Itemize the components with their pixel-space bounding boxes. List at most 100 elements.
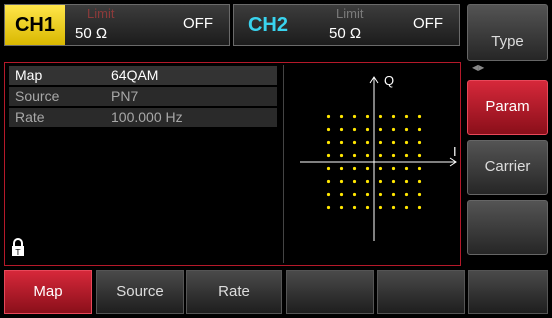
constellation-point: [378, 166, 383, 171]
param-row-rate[interactable]: Rate 100.000 Hz: [9, 108, 277, 127]
side-button-param[interactable]: Param: [467, 80, 548, 135]
constellation-point: [352, 205, 357, 210]
constellation-point: [326, 127, 331, 132]
constellation-point: [378, 140, 383, 145]
constellation-point: [378, 179, 383, 184]
constellation-point: [365, 192, 370, 197]
constellation-point: [339, 179, 344, 184]
constellation-point: [391, 205, 396, 210]
ch2-status[interactable]: CH2 Limit 50 Ω OFF: [233, 4, 460, 46]
constellation-point: [326, 205, 331, 210]
constellation-point: [352, 192, 357, 197]
constellation-point: [378, 205, 383, 210]
ch2-output-state: OFF: [413, 15, 443, 32]
constellation-point: [378, 192, 383, 197]
q-label: Q: [384, 73, 394, 88]
constellation-point: [391, 166, 396, 171]
constellation-point: [326, 153, 331, 158]
constellation-point: [378, 127, 383, 132]
i-label: I: [453, 144, 457, 159]
ch2-impedance: 50 Ω: [329, 25, 362, 42]
constellation-point: [417, 127, 422, 132]
constellation-point: [378, 114, 383, 119]
constellation-point: [417, 114, 422, 119]
param-value: 100.000 Hz: [111, 109, 183, 125]
constellation-point: [365, 153, 370, 158]
parameter-panel: Map 64QAM Source PN7 Rate 100.000 Hz T Q…: [4, 62, 461, 266]
param-row-map[interactable]: Map 64QAM: [9, 66, 277, 85]
constellation-point: [365, 127, 370, 132]
ch1-impedance: 50 Ω: [75, 25, 108, 42]
constellation-point: [326, 114, 331, 119]
constellation-point: [417, 140, 422, 145]
side-button-type[interactable]: Type ◀▶: [467, 4, 548, 72]
side-button-label: Carrier: [484, 158, 531, 175]
tab-empty[interactable]: [377, 270, 465, 314]
tab-rate[interactable]: Rate: [186, 270, 282, 314]
constellation-diagram: Q I: [283, 65, 458, 263]
param-value: 64QAM: [111, 67, 159, 83]
constellation-point: [339, 192, 344, 197]
constellation-point: [378, 153, 383, 158]
constellation-point: [326, 140, 331, 145]
left-right-arrows-icon: ◀▶: [472, 63, 485, 72]
constellation-point: [404, 192, 409, 197]
constellation-point: [352, 127, 357, 132]
param-label: Map: [15, 67, 43, 83]
constellation-point: [365, 166, 370, 171]
constellation-point: [417, 166, 422, 171]
constellation-point: [417, 153, 422, 158]
svg-text:T: T: [15, 248, 21, 257]
ch2-limit-label: Limit: [336, 6, 364, 21]
side-button-label: Param: [485, 98, 530, 115]
ch1-output-state: OFF: [183, 15, 213, 32]
constellation-point: [391, 127, 396, 132]
constellation-point: [404, 127, 409, 132]
constellation-point: [365, 205, 370, 210]
side-button-empty[interactable]: [467, 200, 548, 255]
constellation-point: [404, 205, 409, 210]
constellation-point: [352, 166, 357, 171]
param-label: Source: [15, 88, 60, 104]
ch2-label: CH2: [247, 14, 288, 36]
tab-map[interactable]: Map: [4, 270, 92, 314]
side-button-carrier[interactable]: Carrier: [467, 140, 548, 195]
tab-source[interactable]: Source: [96, 270, 184, 314]
constellation-point: [365, 179, 370, 184]
constellation-point: [417, 205, 422, 210]
constellation-point: [339, 127, 344, 132]
ch1-label: CH1: [5, 5, 65, 45]
constellation-point: [352, 140, 357, 145]
constellation-point: [404, 166, 409, 171]
constellation-point: [391, 192, 396, 197]
param-value: PN7: [111, 88, 139, 104]
constellation-point: [391, 140, 396, 145]
tab-empty[interactable]: [468, 270, 548, 314]
constellation-point: [404, 114, 409, 119]
tab-empty[interactable]: [286, 270, 374, 314]
constellation-point: [404, 140, 409, 145]
constellation-point: [339, 114, 344, 119]
constellation-point: [391, 179, 396, 184]
constellation-point: [339, 166, 344, 171]
constellation-point: [326, 192, 331, 197]
constellation-point: [391, 153, 396, 158]
constellation-point: [365, 140, 370, 145]
constellation-point: [326, 166, 331, 171]
constellation-point: [404, 179, 409, 184]
constellation-point: [339, 140, 344, 145]
constellation-point: [339, 205, 344, 210]
constellation-point: [417, 179, 422, 184]
constellation-point: [404, 153, 409, 158]
side-button-label: Type: [491, 33, 524, 50]
ch1-status[interactable]: CH1 Limit 50 Ω OFF: [4, 4, 230, 46]
constellation-point: [326, 179, 331, 184]
param-label: Rate: [15, 109, 45, 125]
constellation-point: [352, 114, 357, 119]
constellation-point: [339, 153, 344, 158]
constellation-point: [391, 114, 396, 119]
lock-icon: T: [11, 237, 25, 262]
param-row-source[interactable]: Source PN7: [9, 87, 277, 106]
constellation-point: [417, 192, 422, 197]
constellation-point: [365, 114, 370, 119]
